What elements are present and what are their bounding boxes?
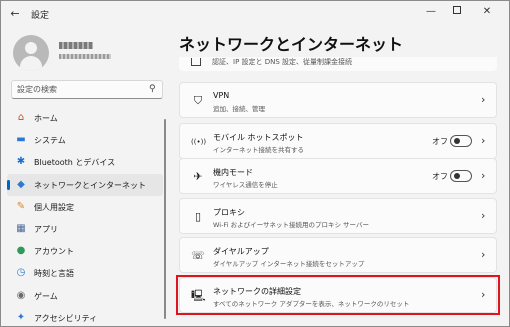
ethernet-properties-row-partial[interactable]: 認証、IP 設定と DNS 設定、従量制課金接続 xyxy=(179,57,497,71)
proxy-icon: ▯ xyxy=(194,210,202,223)
sidebar-item-apps[interactable]: ▦ アプリ xyxy=(7,218,163,240)
toggle-knob xyxy=(454,138,460,144)
sidebar-item-label: ゲーム xyxy=(34,291,58,301)
toggle-knob xyxy=(454,173,460,179)
chevron-right-icon[interactable]: › xyxy=(481,248,485,262)
avatar-body xyxy=(20,56,42,71)
sidebar-item-label: Bluetooth とデバイス xyxy=(34,158,116,168)
ethernet-icon xyxy=(191,58,201,66)
chevron-right-icon[interactable]: › xyxy=(481,134,485,148)
maximize-icon xyxy=(453,6,461,14)
sidebar-item-account[interactable]: ● アカウント xyxy=(7,240,163,262)
user-name-redacted xyxy=(59,42,93,49)
user-email-redacted xyxy=(59,54,111,59)
avatar[interactable] xyxy=(13,35,49,71)
highlight-box xyxy=(176,275,500,315)
sidebar-scrollbar[interactable] xyxy=(164,119,166,319)
sidebar-item-label: ネットワークとインターネット xyxy=(34,180,146,190)
card-proxy[interactable]: ▯ プロキシ Wi-Fi およびイーサネット接続用のプロキシ サーバー › xyxy=(179,198,497,234)
bluetooth-icon: ✱ xyxy=(16,156,26,168)
avatar-head xyxy=(25,42,37,54)
card-vpn[interactable]: ⛉ VPN 追加、接続、管理 › xyxy=(179,82,497,118)
search-icon[interactable]: ⚲ xyxy=(149,84,156,94)
sidebar-item-network[interactable]: ◆ ネットワークとインターネット xyxy=(7,173,163,196)
system-icon: ▬ xyxy=(16,134,26,146)
sidebar-item-label: アプリ xyxy=(34,224,58,234)
sidebar-item-gaming[interactable]: ◉ ゲーム xyxy=(7,285,163,307)
chevron-right-icon[interactable]: › xyxy=(481,169,485,183)
gaming-icon: ◉ xyxy=(16,289,26,301)
sidebar-item-label: アクセシビリティ xyxy=(34,313,98,323)
toggle-state-label: オフ xyxy=(432,137,448,146)
sidebar-item-bluetooth[interactable]: ✱ Bluetooth とデバイス xyxy=(7,151,163,173)
card-subtitle: ワイヤレス通信を停止 xyxy=(213,181,278,189)
card-hotspot[interactable]: ((•)) モバイル ホットスポット インターネット接続を共有する オフ › xyxy=(179,123,497,159)
title-bar: ← 設定 — ✕ xyxy=(1,1,509,27)
sidebar-item-home[interactable]: ⌂ ホーム xyxy=(7,107,163,129)
sidebar-item-label: アカウント xyxy=(34,247,74,257)
personalization-icon: ✎ xyxy=(16,200,26,212)
card-subtitle: Wi-Fi およびイーサネット接続用のプロキシ サーバー xyxy=(213,221,369,229)
page-title: ネットワークとインターネット xyxy=(179,35,404,54)
toggle-state-label: オフ xyxy=(432,172,448,181)
card-title: 機内モード xyxy=(213,168,253,177)
hotspot-toggle[interactable] xyxy=(450,135,472,147)
card-title: プロキシ xyxy=(213,208,245,217)
card-airplane[interactable]: ✈ 機内モードワイヤレス通信を停止 オフ › xyxy=(179,158,497,194)
cut-row-text: 認証、IP 設定と DNS 設定、従量制課金接続 xyxy=(212,58,353,66)
account-icon: ● xyxy=(16,245,26,257)
time-language-icon: ◷ xyxy=(16,267,26,279)
network-icon: ◆ xyxy=(17,178,25,190)
card-subtitle: 追加、接続、管理 xyxy=(213,105,265,113)
card-subtitle: ダイヤルアップ インターネット接続をセットアップ xyxy=(213,260,365,268)
back-arrow-icon[interactable]: ← xyxy=(7,6,23,22)
chevron-right-icon[interactable]: › xyxy=(481,93,485,107)
minimize-button[interactable]: — xyxy=(419,3,443,21)
sidebar-item-accessibility[interactable]: ✦ アクセシビリティ xyxy=(7,307,163,326)
hotspot-icon: ((•)) xyxy=(191,138,207,146)
app-title: 設定 xyxy=(31,11,50,21)
home-icon: ⌂ xyxy=(17,112,25,123)
maximize-button[interactable] xyxy=(445,3,469,21)
sidebar-item-label: 時刻と言語 xyxy=(34,269,74,279)
vpn-shield-icon: ⛉ xyxy=(193,94,203,107)
search-input[interactable] xyxy=(17,83,145,96)
search-box[interactable]: ⚲ xyxy=(11,80,163,99)
chevron-right-icon[interactable]: › xyxy=(481,209,485,223)
airplane-toggle[interactable] xyxy=(450,170,472,182)
card-title: ダイヤルアップ xyxy=(213,247,269,256)
accessibility-icon: ✦ xyxy=(16,311,26,323)
sidebar-nav: ⌂ ホーム ▬ システム ✱ Bluetooth とデバイス ◆ ネットワークとインターネット… xyxy=(7,107,163,326)
card-subtitle: インターネット接続を共有する xyxy=(213,146,304,154)
sidebar-item-label: システム xyxy=(34,136,66,146)
sidebar-item-label: ホーム xyxy=(34,114,58,123)
sidebar-item-system[interactable]: ▬ システム xyxy=(7,129,163,151)
close-button[interactable]: ✕ xyxy=(475,3,499,21)
apps-icon: ▦ xyxy=(16,222,26,234)
card-title: モバイル ホットスポット xyxy=(213,133,304,142)
sidebar-item-time-language[interactable]: ◷ 時刻と言語 xyxy=(7,262,163,284)
settings-window: ← 設定 — ✕ ⚲ ⌂ ホーム ▬ システム ✱ Bluetooth とデバイス ◆ ネット… xyxy=(0,0,510,327)
dialup-icon: ☏ xyxy=(191,249,205,262)
sidebar-item-label: 個人用設定 xyxy=(34,202,74,212)
card-title: VPN xyxy=(213,91,230,100)
sidebar-item-personalization[interactable]: ✎ 個人用設定 xyxy=(7,196,163,218)
card-dialup[interactable]: ☏ ダイヤルアップダイヤルアップ インターネット接続をセットアップ › xyxy=(179,237,497,273)
airplane-icon: ✈ xyxy=(193,170,203,183)
